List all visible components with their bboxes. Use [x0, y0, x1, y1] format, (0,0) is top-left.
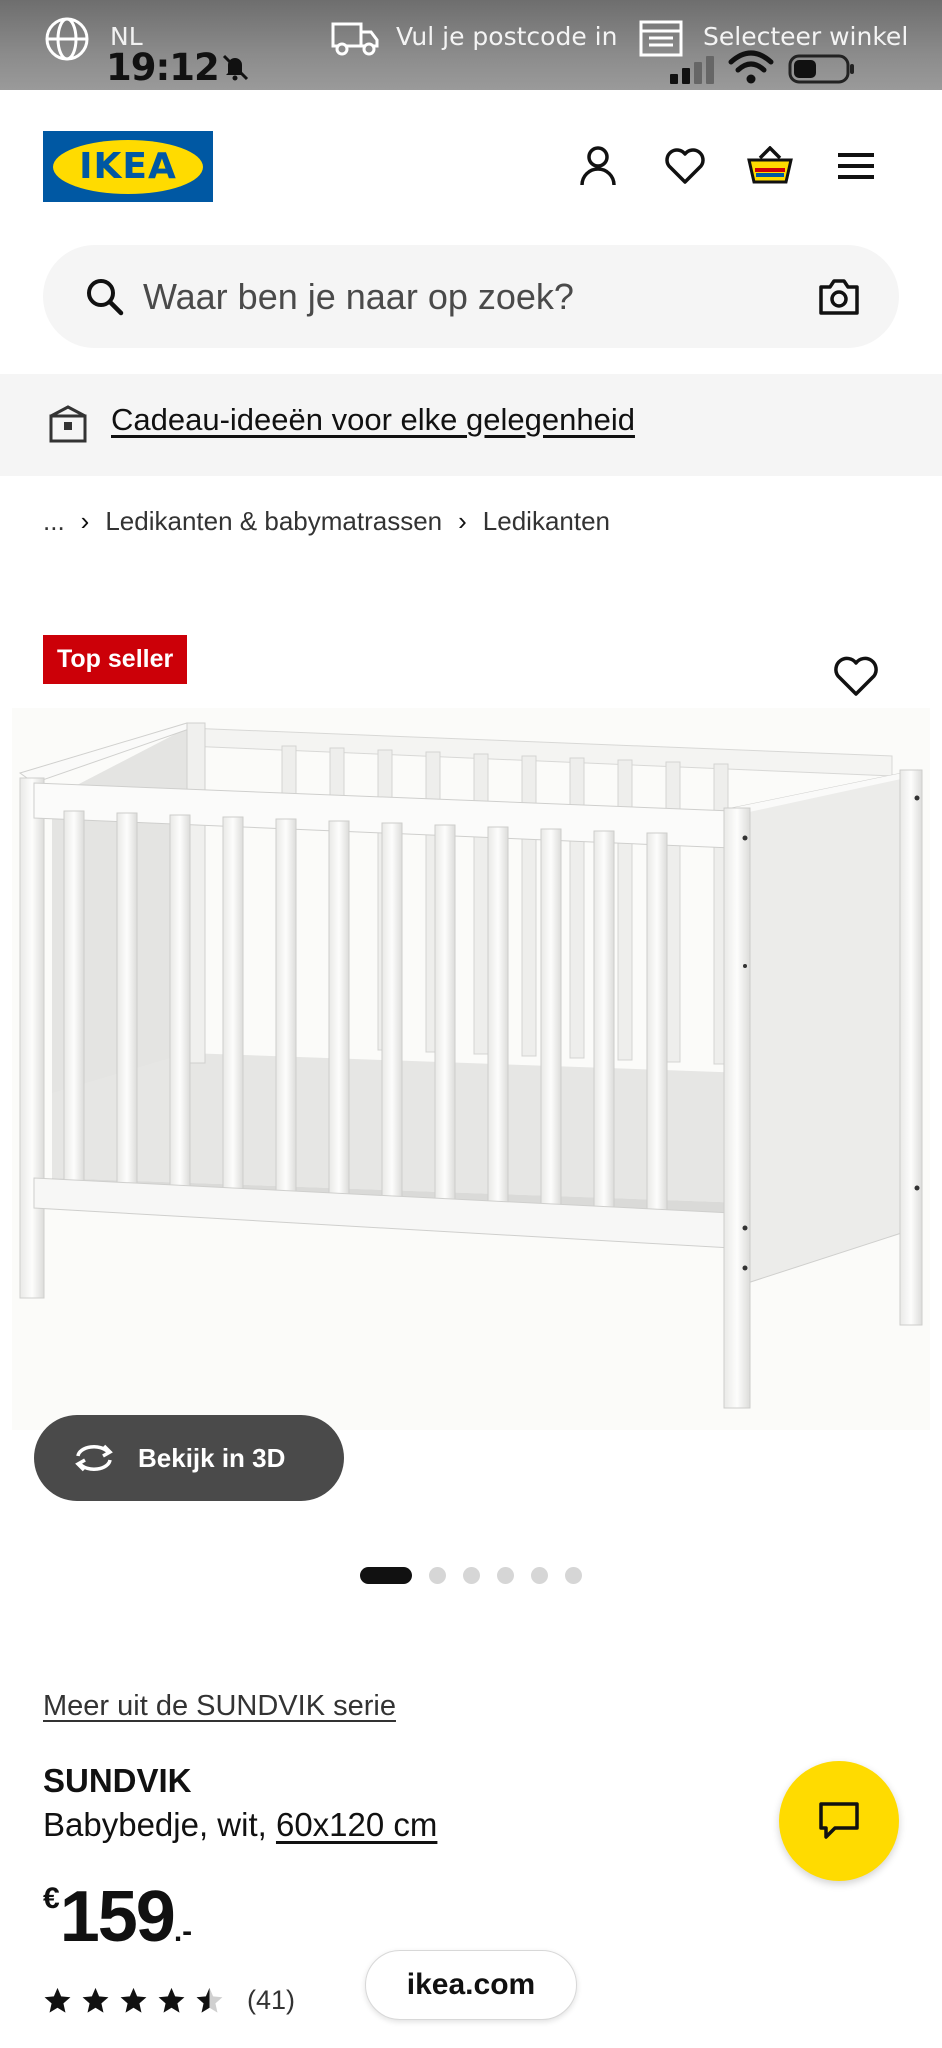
search-bar[interactable] — [43, 245, 899, 348]
battery-icon — [788, 54, 854, 84]
logo-oval: IKEA — [53, 139, 203, 194]
product-name: SUNDVIK — [43, 1762, 192, 1799]
carousel-dot-5[interactable] — [531, 1567, 548, 1584]
ikea-logo[interactable]: IKEA — [43, 131, 213, 202]
star-half-icon — [196, 1987, 223, 2013]
wishlist-icon[interactable] — [661, 142, 709, 190]
product-rating[interactable]: (41) — [43, 1985, 295, 2016]
gift-ideas-link[interactable]: Cadeau-ideeën voor elke gelegenheid — [111, 402, 635, 438]
chevron-right-icon: › — [458, 505, 467, 536]
view-in-3d-button[interactable]: Bekijk in 3D — [34, 1415, 344, 1501]
breadcrumb: ... › Ledikanten & babymatrassen › Ledik… — [43, 503, 610, 539]
account-icon[interactable] — [574, 142, 622, 190]
select-store-button[interactable]: Selecteer winkel — [703, 22, 908, 51]
carousel-dot-2[interactable] — [429, 1567, 446, 1584]
breadcrumb-ellipsis[interactable]: ... — [43, 506, 65, 537]
gift-icon — [49, 405, 87, 443]
signal-icon — [670, 56, 714, 84]
carousel-indicator — [360, 1567, 599, 1584]
promo-banner: Cadeau-ideeën voor elke gelegenheid — [0, 374, 942, 476]
view-in-3d-label: Bekijk in 3D — [138, 1442, 286, 1473]
search-icon[interactable] — [83, 275, 127, 319]
cart-icon[interactable] — [746, 142, 794, 190]
product-price: €159.- — [43, 1876, 192, 1958]
rating-count[interactable]: (41) — [247, 1985, 295, 2016]
star-full-icon — [44, 1987, 71, 2013]
chevron-right-icon: › — [80, 505, 90, 536]
series-link[interactable]: Meer uit de SUNDVIK serie — [43, 1690, 396, 1723]
menu-icon[interactable] — [832, 142, 880, 190]
delivery-truck-icon[interactable] — [330, 18, 380, 58]
star-full-icon — [82, 1987, 109, 2013]
product-image[interactable] — [12, 708, 930, 1430]
star-full-icon — [120, 1987, 147, 2013]
chat-icon — [819, 1802, 859, 1839]
rotate-3d-icon — [75, 1444, 113, 1472]
status-bar: NL 19:12 Vul je postcode in Selecteer wi… — [0, 0, 942, 90]
product-description-text: Babybedje, wit, — [43, 1806, 276, 1843]
search-input[interactable] — [143, 267, 743, 327]
carousel-dot-6[interactable] — [565, 1567, 582, 1584]
price-currency: € — [43, 1882, 60, 1915]
clock: 19:12 — [106, 46, 220, 89]
silent-bell-icon — [222, 54, 249, 81]
add-to-wishlist-icon[interactable] — [832, 654, 880, 698]
store-icon[interactable] — [638, 18, 684, 58]
carousel-dot-4[interactable] — [497, 1567, 514, 1584]
carousel-dot-3[interactable] — [463, 1567, 480, 1584]
price-integer: 159 — [59, 1877, 176, 1957]
price-decimal: .- — [173, 1915, 193, 1948]
product-description: Babybedje, wit, 60x120 cm — [43, 1806, 437, 1844]
camera-icon[interactable] — [817, 275, 861, 317]
globe-icon[interactable] — [44, 16, 90, 62]
wifi-icon — [728, 50, 774, 84]
crib-illustration — [18, 722, 924, 1409]
chat-button[interactable] — [779, 1761, 899, 1881]
star-full-icon — [158, 1987, 185, 2013]
logo-text: IKEA — [79, 146, 177, 187]
breadcrumb-item-cribs[interactable]: Ledikanten — [483, 506, 610, 537]
product-size-link[interactable]: 60x120 cm — [276, 1806, 437, 1843]
postcode-button[interactable]: Vul je postcode in — [396, 22, 617, 51]
top-seller-badge: Top seller — [43, 635, 188, 684]
browser-url-bar[interactable]: ikea.com — [365, 1950, 577, 2020]
breadcrumb-item-cribs-mattresses[interactable]: Ledikanten & babymatrassen — [105, 506, 442, 537]
carousel-dot-1[interactable] — [360, 1567, 412, 1584]
